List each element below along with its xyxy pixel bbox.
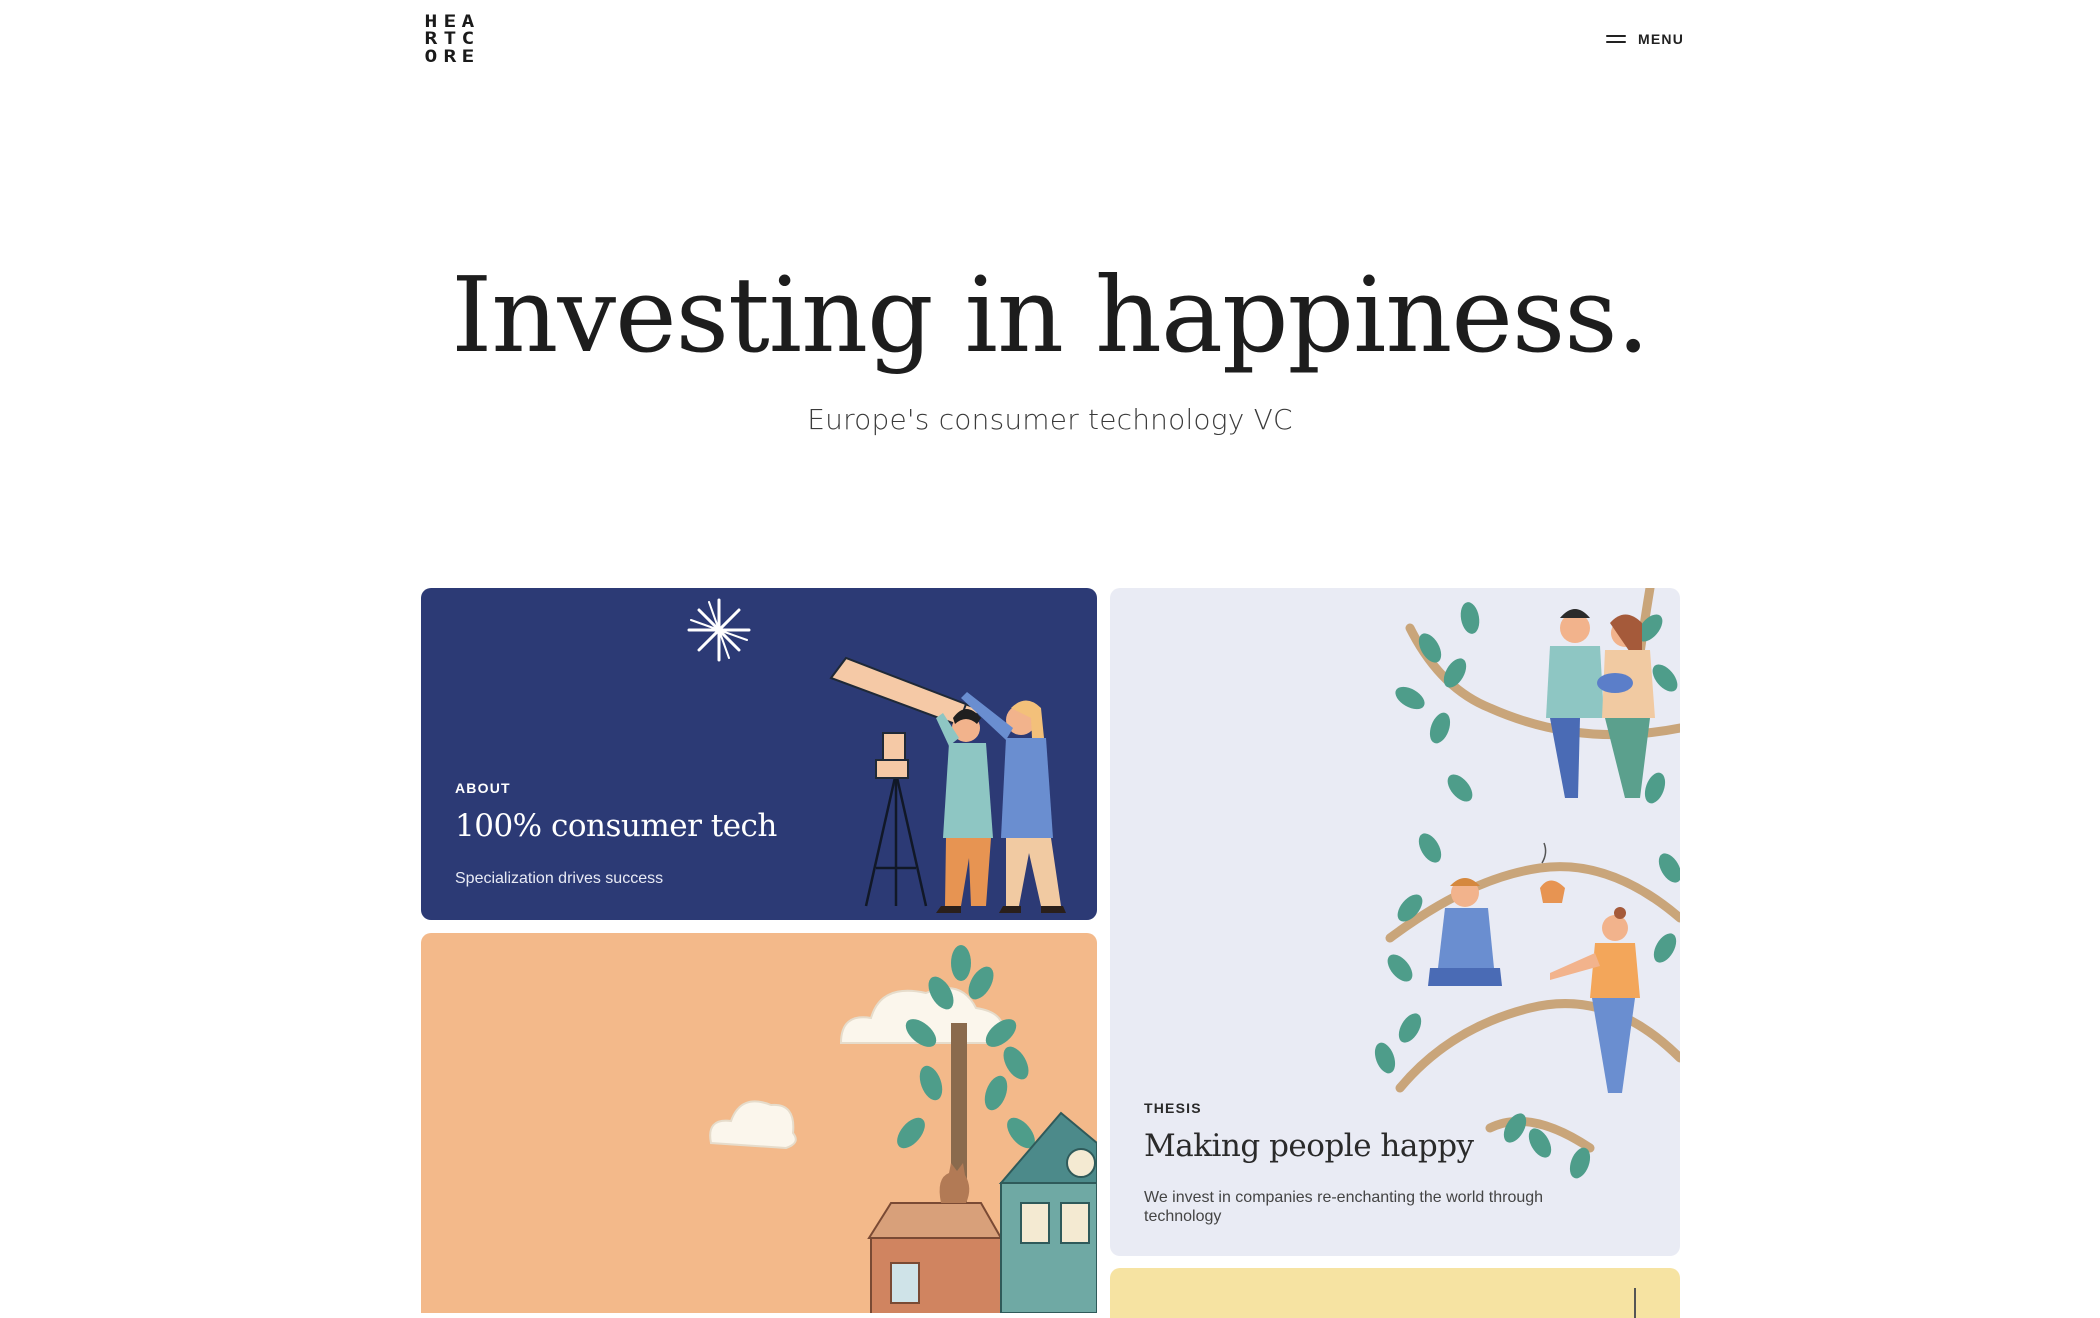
hero-title: Investing in happiness. [451,254,1649,376]
thesis-title: Making people happy [1144,1128,1474,1164]
house-tree-clouds-illustration [709,945,1097,1313]
menu-label: MENU [1638,31,1685,47]
site-header: H E A R T C O R E MENU [0,0,2100,90]
thesis-description: We invest in companies re-enchanting the… [1144,1189,1544,1225]
hamburger-icon [1606,34,1626,44]
logo-letter: E [461,46,475,67]
partial-card-illustration [1634,1288,1636,1318]
heartcore-logo[interactable]: H E A R T C O R E [421,13,477,67]
about-title: 100% consumer tech [455,808,777,844]
menu-button[interactable]: MENU [1606,28,1684,50]
thesis-card[interactable]: THESIS Making people happy We invest in … [1110,588,1680,1256]
about-description: Specialization drives success [455,870,664,887]
thesis-eyebrow: THESIS [1144,1100,1202,1116]
about-eyebrow: ABOUT [455,780,511,796]
hero-subtitle: Europe's consumer technology VC [807,403,1293,436]
about-card[interactable]: ABOUT 100% consumer tech Specialization … [421,588,1097,920]
star-icon [687,598,751,662]
yellow-card[interactable] [1110,1268,1680,1318]
house-card[interactable] [421,933,1097,1313]
